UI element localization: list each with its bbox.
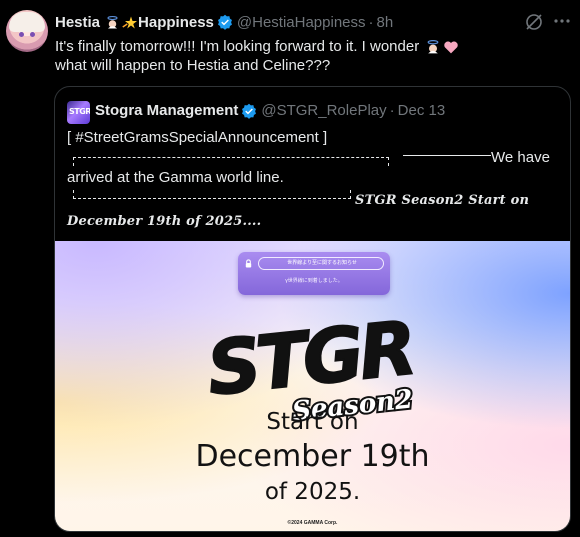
separator-dot: · <box>368 13 374 31</box>
angel-emoji-icon <box>107 15 118 28</box>
tweet-time[interactable]: 8h <box>377 14 394 31</box>
display-name-part1[interactable]: Hestia <box>55 14 100 31</box>
release-year-text: of 2025. <box>264 479 361 505</box>
bracket-top-decoration <box>73 157 389 166</box>
verified-badge-icon <box>242 103 257 119</box>
angel-emoji-icon <box>427 40 439 54</box>
notice-pill: 世界線より至に関するお知らせ <box>258 257 384 270</box>
lock-icon <box>245 259 252 268</box>
fancy-announcement-line2: December 19th of 2025.... <box>67 214 262 229</box>
hashtag-line: [ #StreetGramsSpecialAnnouncement ] <box>67 129 328 146</box>
release-date-text: December 19th <box>195 439 430 474</box>
copyright-text: ©2024 GAMMA Corp. <box>287 520 338 526</box>
quoted-tweet-card[interactable]: STGR Stogra Management @STGR_RolePlay · … <box>54 86 571 532</box>
quoted-tweet-header: Stogra Management @STGR_RolePlay · Dec 1… <box>95 102 445 119</box>
fancy-announcement-line1: STGR Season2 Start on <box>355 193 530 208</box>
tweet-text-line2: what will happen to Hestia and Celine??? <box>55 57 331 74</box>
divider-line <box>403 155 491 156</box>
more-icon[interactable] <box>553 18 571 24</box>
quote-line2a: We have <box>491 149 550 166</box>
avatar-eye-right <box>30 32 35 37</box>
quoted-media-image[interactable]: 世界線より至に関するお知らせ γ世界線に到着しました。 STGR Season2… <box>55 241 570 531</box>
quoted-date[interactable]: Dec 13 <box>398 102 446 119</box>
avatar-hair <box>9 12 45 32</box>
tweet-text: It's finally tomorrow!!! I'm looking for… <box>55 37 565 75</box>
separator-dot: · <box>389 102 395 119</box>
verified-badge-icon <box>217 14 232 30</box>
quote-line2b: arrived at the Gamma world line. <box>67 169 284 186</box>
stgr-season2-logo: STGR Season2 <box>202 306 417 426</box>
pink-heart-emoji-icon <box>444 41 459 54</box>
quoted-display-name[interactable]: Stogra Management <box>95 102 238 119</box>
notice-pill-text: 世界線より至に関するお知らせ <box>287 260 357 266</box>
tweet-text-line1: It's finally tomorrow!!! I'm looking for… <box>55 38 420 55</box>
notice-card: 世界線より至に関するお知らせ γ世界線に到着しました。 <box>238 252 390 295</box>
tweet-header: Hestia Happiness @HestiaHappiness · 8h <box>55 13 393 31</box>
star-emoji-icon <box>122 16 138 28</box>
notice-text: γ世界線に到着しました。 <box>285 278 343 284</box>
quoted-author-avatar[interactable]: STGR <box>67 101 90 124</box>
start-on-text: Start on <box>266 409 359 435</box>
quoted-handle[interactable]: @STGR_RolePlay <box>261 102 386 119</box>
author-avatar[interactable] <box>6 10 48 52</box>
display-name-part2[interactable]: Happiness <box>138 14 214 31</box>
avatar-eye-left <box>19 32 24 37</box>
author-handle[interactable]: @HestiaHappiness <box>237 14 366 31</box>
bracket-bottom-decoration <box>73 190 351 199</box>
grok-icon[interactable] <box>524 12 544 32</box>
